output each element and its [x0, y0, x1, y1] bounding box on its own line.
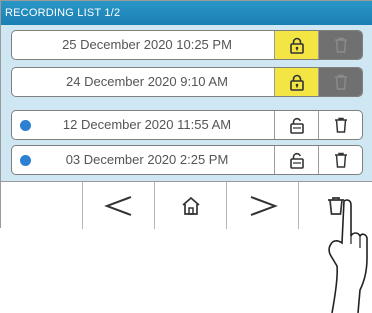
- lock-button[interactable]: [274, 111, 318, 139]
- delete-button[interactable]: [318, 111, 362, 139]
- lock-open-icon: [289, 117, 304, 134]
- trash-icon: [335, 117, 347, 133]
- trash-icon: [335, 37, 347, 53]
- lock-button[interactable]: [274, 146, 318, 174]
- delete-button-disabled: [318, 68, 362, 96]
- page-title: RECORDING LIST 1/2: [1, 1, 372, 25]
- trash-icon: [335, 74, 347, 90]
- trash-icon: [335, 152, 347, 168]
- lock-button[interactable]: [274, 68, 318, 96]
- home-button[interactable]: [155, 182, 227, 229]
- recording-row[interactable]: 03 December 2020 2:25 PM: [11, 145, 363, 175]
- recording-date: 12 December 2020 11:55 AM: [62, 117, 232, 132]
- previous-page-button[interactable]: [83, 182, 155, 229]
- lock-closed-icon: [289, 37, 304, 54]
- delete-button-disabled: [318, 31, 362, 59]
- home-icon: [181, 196, 200, 215]
- recording-row[interactable]: 12 December 2020 11:55 AM: [11, 110, 363, 140]
- recording-row[interactable]: 24 December 2020 9:10 AM: [11, 67, 363, 97]
- recording-list: 25 December 2020 10:25 PM 24 December 20…: [1, 25, 372, 181]
- recording-row[interactable]: 25 December 2020 10:25 PM: [11, 30, 363, 60]
- delete-button[interactable]: [318, 146, 362, 174]
- lock-closed-icon: [289, 74, 304, 91]
- recording-date: 03 December 2020 2:25 PM: [65, 152, 229, 167]
- lock-button[interactable]: [274, 31, 318, 59]
- toolbar-spacer: [1, 182, 83, 229]
- pointing-hand-icon: [328, 199, 368, 313]
- recording-date: 24 December 2020 9:10 AM: [66, 74, 228, 89]
- lock-open-icon: [289, 152, 304, 169]
- next-page-button[interactable]: [227, 182, 299, 229]
- chevron-left-icon: [103, 195, 131, 216]
- recording-list-screen: RECORDING LIST 1/2 25 December 2020 10:2…: [0, 0, 372, 229]
- recording-date: 25 December 2020 10:25 PM: [62, 37, 232, 52]
- chevron-right-icon: [250, 195, 278, 216]
